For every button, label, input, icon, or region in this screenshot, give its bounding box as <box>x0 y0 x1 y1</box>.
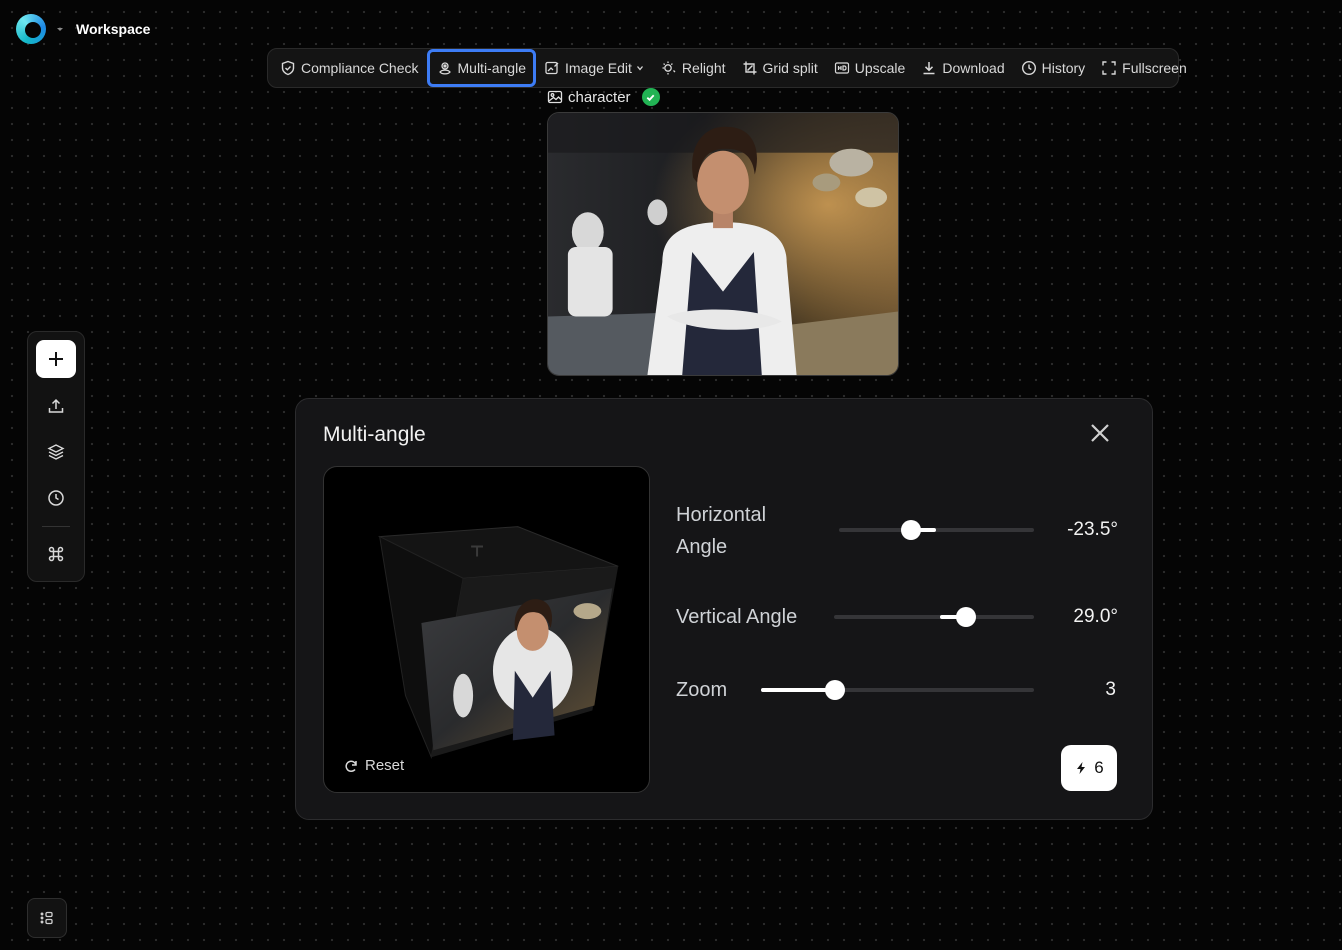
horizontal-angle-slider[interactable] <box>839 520 1034 540</box>
upscale-label: Upscale <box>854 60 906 76</box>
upload-icon <box>48 398 64 413</box>
slider-thumb[interactable] <box>824 680 845 700</box>
image-edit-label: Image Edit <box>564 60 632 76</box>
cube-preview <box>377 526 619 759</box>
multi-angle-label: Multi-angle <box>457 60 526 76</box>
history-button[interactable]: History <box>1013 51 1094 85</box>
horizontal-angle-label: Horizontal Angle <box>676 504 767 558</box>
vertical-angle-slider[interactable] <box>834 607 1034 627</box>
reset-label: Reset <box>365 757 405 774</box>
chevron-down-icon <box>636 66 643 71</box>
list-icon <box>40 911 53 925</box>
image-icon <box>547 90 563 104</box>
grid-split-button[interactable]: Grid split <box>734 51 826 85</box>
shortcuts-button[interactable] <box>36 535 76 573</box>
image-edit-icon <box>545 61 559 75</box>
character-image[interactable] <box>547 112 899 376</box>
multi-angle-panel: Multi-angle Reset Horizontal Angle -23.5… <box>295 398 1153 820</box>
hd-icon <box>834 62 849 74</box>
app-logo[interactable] <box>16 14 46 44</box>
reset-button[interactable]: Reset <box>343 757 404 774</box>
relight-label: Relight <box>681 60 726 76</box>
multi-angle-button[interactable]: Multi-angle <box>426 49 536 87</box>
close-icon[interactable] <box>1088 421 1112 445</box>
shield-icon <box>281 60 295 76</box>
download-icon <box>923 62 935 75</box>
generate-button[interactable]: 6 <box>1061 745 1117 791</box>
refresh-icon <box>345 760 357 772</box>
clock-icon <box>1021 60 1036 76</box>
vertical-angle-value: 29.0° <box>1073 606 1118 627</box>
fullscreen-button[interactable]: Fullscreen <box>1093 51 1195 85</box>
crop-icon <box>743 61 757 75</box>
node-label: character <box>547 88 660 106</box>
plus-icon <box>49 352 63 367</box>
slider-thumb[interactable] <box>956 607 976 627</box>
bolt-icon <box>1077 762 1086 774</box>
panel-title: Multi-angle <box>323 423 426 446</box>
angle-preview[interactable]: Reset <box>323 466 650 793</box>
relight-button[interactable]: Relight <box>653 51 734 85</box>
workspace-header: Workspace <box>16 14 150 44</box>
compliance-check-label: Compliance Check <box>301 60 419 76</box>
download-label: Download <box>942 60 1005 76</box>
multi-angle-icon <box>438 62 451 75</box>
grid-split-label: Grid split <box>762 60 818 76</box>
layers-button[interactable] <box>36 433 76 471</box>
generate-cost: 6 <box>1094 758 1104 777</box>
vertical-angle-label: Vertical Angle <box>676 606 798 628</box>
fullscreen-label: Fullscreen <box>1122 60 1187 76</box>
zoom-label: Zoom <box>676 679 728 701</box>
image-edit-button[interactable]: Image Edit <box>536 51 653 85</box>
fullscreen-icon <box>1102 61 1116 75</box>
horizontal-angle-value: -23.5° <box>1067 519 1118 540</box>
divider <box>42 525 70 527</box>
workspace-title: Workspace <box>76 21 151 37</box>
check-circle-icon <box>641 88 660 106</box>
node-toolbar: Compliance Check Multi-angle Image Edit … <box>267 48 1187 88</box>
chevron-down-icon[interactable] <box>54 23 66 35</box>
slider-thumb[interactable] <box>901 520 922 540</box>
clock-icon <box>48 490 64 507</box>
download-button[interactable]: Download <box>913 51 1012 85</box>
side-toolbar <box>27 331 85 582</box>
node-name: character <box>568 88 631 106</box>
history-label: History <box>1041 60 1086 76</box>
relight-icon <box>662 61 676 75</box>
node-list-button[interactable] <box>27 898 67 938</box>
upscale-button[interactable]: Upscale <box>826 51 914 85</box>
history-side-button[interactable] <box>36 479 76 517</box>
zoom-slider[interactable] <box>761 680 1034 700</box>
add-button[interactable] <box>36 340 76 379</box>
layers-icon <box>47 444 65 460</box>
upload-button[interactable] <box>36 386 76 424</box>
zoom-value: 3 <box>1105 679 1116 700</box>
compliance-check-button[interactable]: Compliance Check <box>272 51 427 85</box>
command-icon <box>48 546 64 561</box>
